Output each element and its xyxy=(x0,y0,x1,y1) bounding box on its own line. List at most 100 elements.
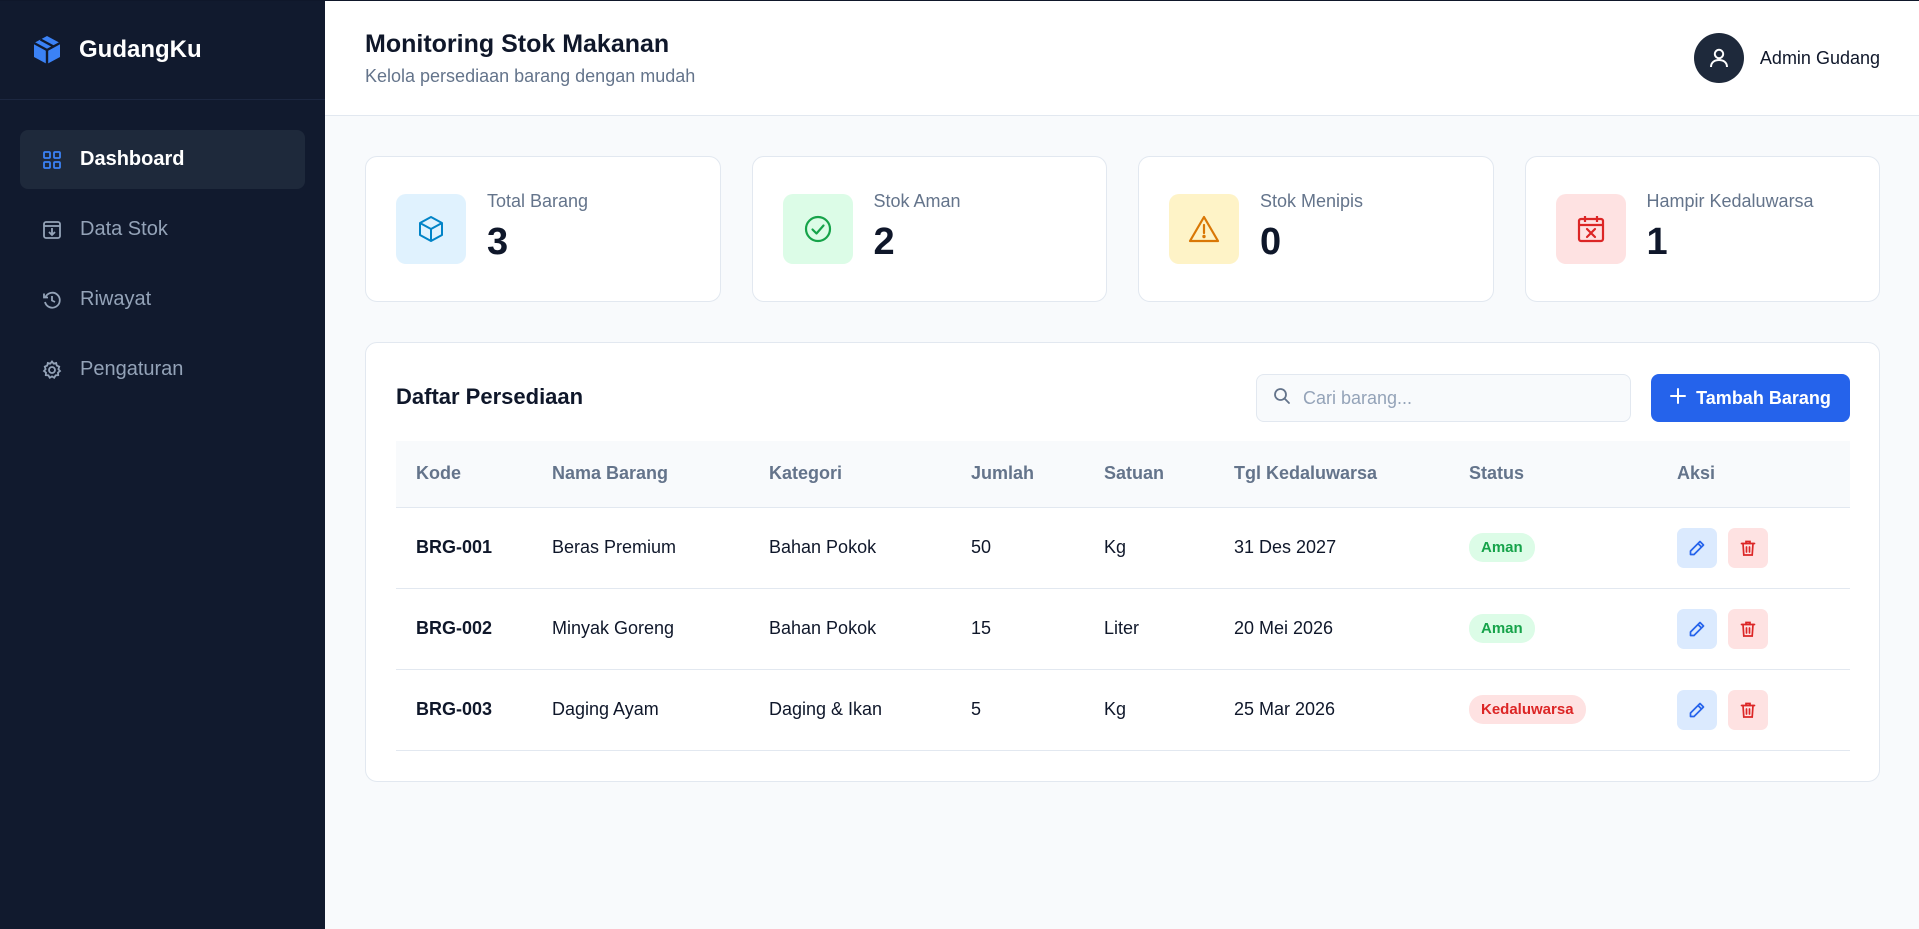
sidebar-item-data-stok[interactable]: Data Stok xyxy=(20,200,305,259)
stat-card-stok-aman: Stok Aman 2 xyxy=(751,156,1107,302)
delete-button[interactable] xyxy=(1728,689,1768,730)
stat-card-stok-menipis: Stok Menipis 0 xyxy=(1138,156,1494,302)
cell-unit: Liter xyxy=(1104,588,1234,670)
cell-actions xyxy=(1677,507,1850,589)
column-header: Jumlah xyxy=(971,441,1104,508)
cell-expiry: 20 Mei 2026 xyxy=(1234,588,1469,670)
cell-unit: Kg xyxy=(1104,507,1234,589)
check-circle-icon xyxy=(782,194,853,264)
cell-name: Minyak Goreng xyxy=(552,588,769,670)
gear-icon xyxy=(42,359,62,380)
stat-value: 1 xyxy=(1646,221,1668,263)
trash-icon xyxy=(1740,540,1756,556)
sidebar-item-label: Data Stok xyxy=(80,218,168,240)
column-header: Tgl Kedaluwarsa xyxy=(1234,441,1469,508)
stat-card-total-barang: Total Barang 3 xyxy=(365,156,721,302)
history-icon xyxy=(42,290,62,310)
table-row: BRG-003 Daging Ayam Daging & Ikan 5 Kg 2… xyxy=(396,669,1850,751)
delete-button[interactable] xyxy=(1728,608,1768,649)
status-badge: Aman xyxy=(1469,614,1535,643)
column-header: Status xyxy=(1469,441,1677,508)
stat-value: 0 xyxy=(1260,221,1282,263)
stat-card-hampir-kedaluwarsa: Hampir Kedaluwarsa 1 xyxy=(1524,156,1880,302)
calendar-x-icon xyxy=(1555,194,1626,264)
cube-icon xyxy=(396,194,466,264)
add-item-button[interactable]: Tambah Barang xyxy=(1651,374,1850,422)
avatar[interactable] xyxy=(1693,33,1744,83)
brand[interactable]: GudangKu xyxy=(0,0,325,100)
trash-icon xyxy=(1740,621,1756,637)
edit-button[interactable] xyxy=(1677,527,1717,568)
cell-code: BRG-002 xyxy=(396,588,552,670)
sidebar: GudangKu Dashboard Data Stok Riwayat Pen… xyxy=(0,0,325,929)
column-header: Satuan xyxy=(1104,441,1234,508)
table-row: BRG-002 Minyak Goreng Bahan Pokok 15 Lit… xyxy=(396,588,1850,670)
cell-category: Daging & Ikan xyxy=(769,669,971,751)
user-menu[interactable]: Admin Gudang xyxy=(1693,33,1880,83)
cell-actions xyxy=(1677,669,1850,751)
stat-label: Total Barang xyxy=(487,191,589,211)
panel-title: Daftar Persediaan xyxy=(396,384,584,409)
stats-row: Total Barang 3 Stok Aman 2 Stok Menipis … xyxy=(365,156,1880,302)
sidebar-item-pengaturan[interactable]: Pengaturan xyxy=(20,340,305,399)
inventory-panel: Daftar Persediaan Tambah Barang Kode Nam… xyxy=(365,342,1880,782)
app-name: GudangKu xyxy=(79,35,202,63)
sidebar-item-riwayat[interactable]: Riwayat xyxy=(20,270,305,329)
delete-button[interactable] xyxy=(1728,527,1768,568)
column-header: Kategori xyxy=(769,441,971,508)
warning-triangle-icon xyxy=(1169,194,1239,264)
trash-icon xyxy=(1740,702,1756,718)
stat-label: Hampir Kedaluwarsa xyxy=(1646,191,1814,211)
sidebar-item-label: Pengaturan xyxy=(80,358,184,380)
search-icon xyxy=(1273,387,1291,410)
table-header-row: Kode Nama Barang Kategori Jumlah Satuan … xyxy=(396,441,1850,508)
cell-category: Bahan Pokok xyxy=(769,507,971,589)
inventory-table: Kode Nama Barang Kategori Jumlah Satuan … xyxy=(396,441,1850,751)
page-title: Monitoring Stok Makanan xyxy=(365,30,670,58)
cell-name: Daging Ayam xyxy=(552,669,769,751)
page-subtitle: Kelola persediaan barang dengan mudah xyxy=(365,66,696,86)
cell-status: Kedaluwarsa xyxy=(1469,669,1677,751)
cell-qty: 5 xyxy=(971,669,1104,751)
status-badge: Aman xyxy=(1469,533,1535,562)
pencil-icon xyxy=(1689,621,1705,636)
column-header: Kode xyxy=(396,441,552,508)
pencil-icon xyxy=(1689,702,1705,717)
stat-label: Stok Menipis xyxy=(1260,191,1364,211)
pencil-icon xyxy=(1689,540,1705,555)
cell-code: BRG-001 xyxy=(396,507,552,589)
cell-expiry: 31 Des 2027 xyxy=(1234,507,1469,589)
column-header: Aksi xyxy=(1677,441,1850,508)
page-header: Monitoring Stok Makanan Kelola persediaa… xyxy=(325,0,1919,116)
add-item-label: Tambah Barang xyxy=(1696,387,1831,408)
cell-qty: 50 xyxy=(971,507,1104,589)
search-box[interactable] xyxy=(1256,374,1631,422)
dashboard-grid-icon xyxy=(42,150,62,170)
cell-status: Aman xyxy=(1469,507,1677,589)
cell-unit: Kg xyxy=(1104,669,1234,751)
window-top-border xyxy=(0,0,1919,1)
edit-button[interactable] xyxy=(1677,608,1717,649)
edit-button[interactable] xyxy=(1677,689,1717,730)
cell-status: Aman xyxy=(1469,588,1677,670)
table-row: BRG-001 Beras Premium Bahan Pokok 50 Kg … xyxy=(396,507,1850,589)
cell-name: Beras Premium xyxy=(552,507,769,589)
stat-value: 2 xyxy=(873,221,895,263)
box-download-icon xyxy=(42,220,62,240)
search-input[interactable] xyxy=(1303,387,1603,409)
sidebar-item-label: Riwayat xyxy=(80,288,152,310)
cell-code: BRG-003 xyxy=(396,669,552,751)
cell-category: Bahan Pokok xyxy=(769,588,971,670)
sidebar-item-label: Dashboard xyxy=(80,148,185,170)
user-icon xyxy=(1709,48,1728,68)
plus-icon xyxy=(1670,387,1687,409)
cube-logo-icon xyxy=(31,34,63,66)
stat-label: Stok Aman xyxy=(873,191,961,211)
cell-qty: 15 xyxy=(971,588,1104,670)
cell-expiry: 25 Mar 2026 xyxy=(1234,669,1469,751)
sidebar-item-dashboard[interactable]: Dashboard xyxy=(20,130,305,189)
sidebar-nav: Dashboard Data Stok Riwayat Pengaturan xyxy=(0,100,325,399)
cell-actions xyxy=(1677,588,1850,670)
column-header: Nama Barang xyxy=(552,441,769,508)
status-badge: Kedaluwarsa xyxy=(1469,695,1586,724)
